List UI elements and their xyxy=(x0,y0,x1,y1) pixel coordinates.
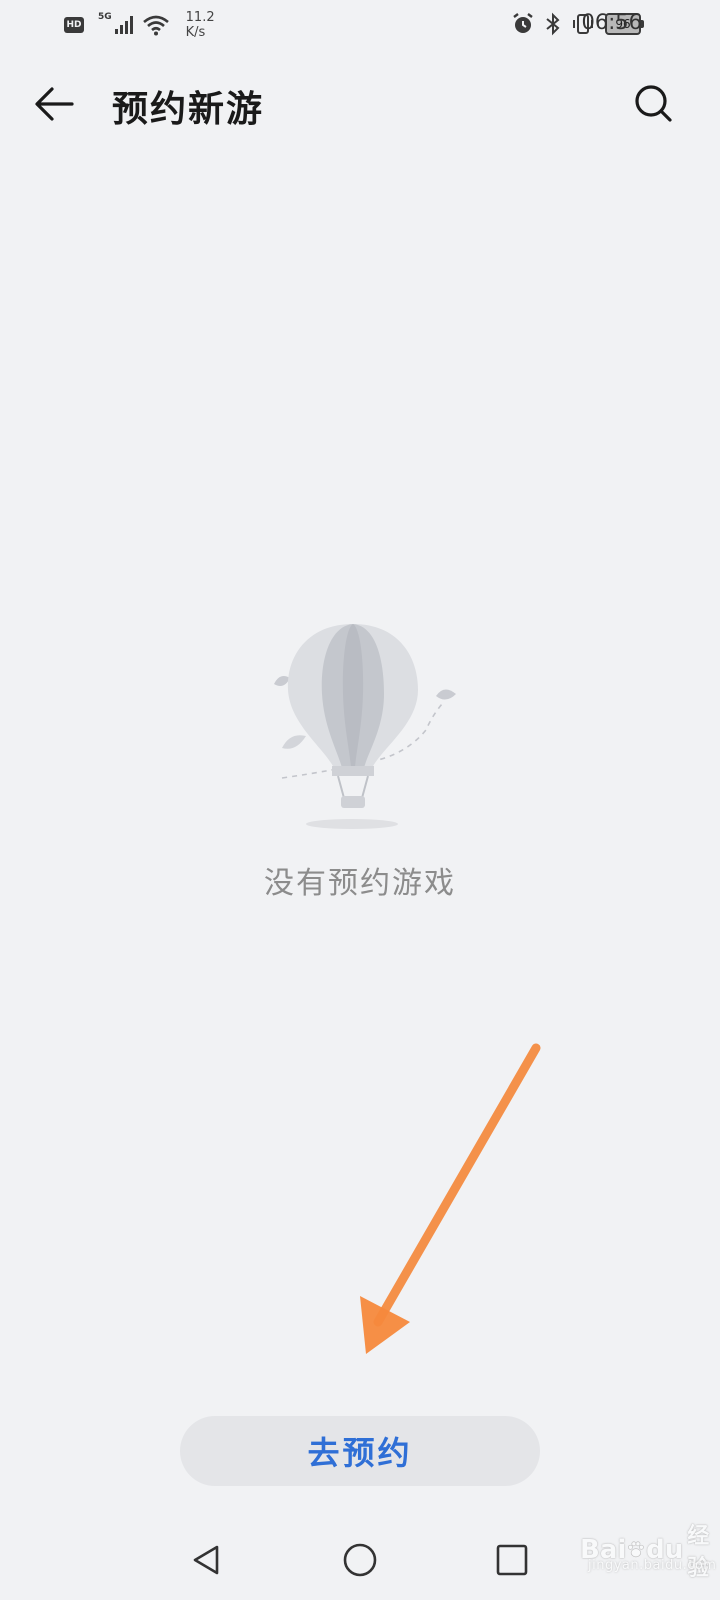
watermark-url: jingyan.baidu.com xyxy=(588,1558,717,1573)
speed-unit: K/s xyxy=(185,25,206,40)
screen: HD 5G 11.2 K/s 96 06:56 预约新游 没有预约游戏 去预约 … xyxy=(0,0,720,1600)
bluetooth-icon xyxy=(546,12,560,36)
status-bar: HD 5G 11.2 K/s 96 06:56 xyxy=(0,0,720,48)
network-type-label: 5G xyxy=(98,12,112,22)
page-title: 预约新游 xyxy=(112,88,265,130)
annotation-arrow-icon xyxy=(360,1043,541,1354)
signal-icon xyxy=(114,16,133,34)
alarm-icon xyxy=(513,13,533,33)
circle-home-icon xyxy=(343,1543,377,1577)
nav-recents-button[interactable] xyxy=(490,1538,534,1582)
square-recents-icon xyxy=(496,1544,528,1576)
speed-value: 11.2 xyxy=(185,10,215,25)
search-button[interactable] xyxy=(628,78,680,130)
go-reserve-button[interactable]: 去预约 xyxy=(180,1416,540,1486)
nav-back-button[interactable] xyxy=(184,1538,228,1582)
hot-air-balloon-icon xyxy=(274,624,456,829)
triangle-back-icon xyxy=(193,1545,219,1575)
arrow-left-icon xyxy=(35,87,74,121)
empty-state-message: 没有预约游戏 xyxy=(264,866,456,901)
wifi-icon xyxy=(142,15,169,36)
search-icon xyxy=(635,85,672,122)
back-button[interactable] xyxy=(28,78,80,130)
status-clock: 06:56 xyxy=(581,10,642,34)
status-left: HD 5G 11.2 K/s xyxy=(64,10,215,40)
network-speed: 11.2 K/s xyxy=(186,10,215,40)
nav-home-button[interactable] xyxy=(338,1538,382,1582)
app-bar: 预约新游 xyxy=(0,56,720,152)
baidu-jingyan-watermark: Bai du 经验 jingyan.baidu.com xyxy=(566,1508,716,1588)
hd-icon: HD xyxy=(64,17,84,33)
